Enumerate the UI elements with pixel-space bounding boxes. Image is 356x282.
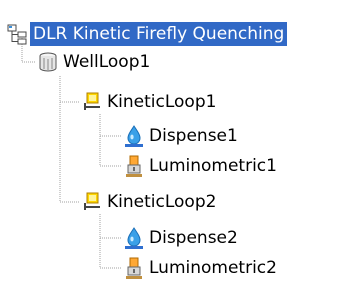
- tree-item-dispense2[interactable]: Dispense2: [122, 224, 241, 252]
- tree-item-root[interactable]: DLR Kinetic Firefly Quenching: [6, 20, 288, 48]
- dispense-drop-icon: [122, 226, 146, 250]
- tree-item-dispense1[interactable]: Dispense1: [122, 122, 241, 150]
- tree-item-label: Dispense2: [149, 228, 238, 248]
- tree-item-luminometric2[interactable]: Luminometric2: [122, 254, 280, 282]
- tree-item-label: KineticLoop1: [107, 92, 217, 112]
- kinetic-loop-icon: [80, 90, 104, 114]
- dispense-drop-icon: [122, 124, 146, 148]
- tree-item-label: DLR Kinetic Firefly Quenching: [30, 22, 288, 46]
- tree-item-label: Luminometric1: [149, 156, 277, 176]
- protocol-tree-icon: [6, 22, 30, 46]
- tree-item-label: WellLoop1: [63, 52, 151, 72]
- kinetic-loop-icon: [80, 190, 104, 214]
- well-plate-icon: [36, 50, 60, 74]
- tree-item-label: KineticLoop2: [107, 192, 217, 212]
- tree-item-kineticloop1[interactable]: KineticLoop1: [80, 88, 219, 116]
- tree-item-label: Luminometric2: [149, 258, 277, 278]
- tree-item-wellloop1[interactable]: WellLoop1: [36, 48, 153, 76]
- luminometric-icon: [122, 256, 146, 280]
- luminometric-icon: [122, 154, 146, 178]
- tree-item-luminometric1[interactable]: Luminometric1: [122, 152, 280, 180]
- tree-item-kineticloop2[interactable]: KineticLoop2: [80, 188, 219, 216]
- tree-item-label: Dispense1: [149, 126, 238, 146]
